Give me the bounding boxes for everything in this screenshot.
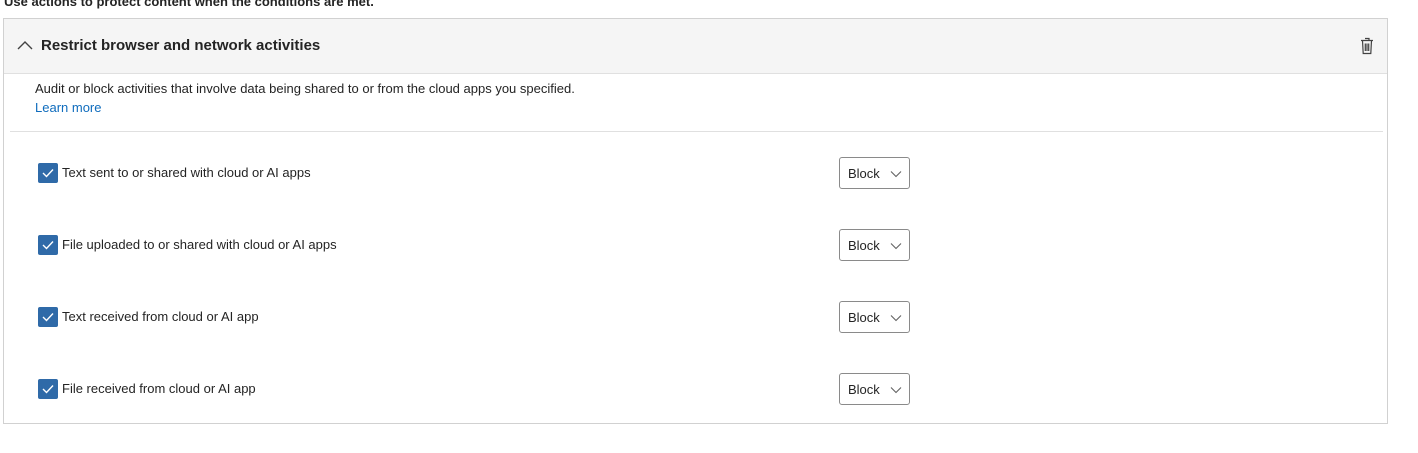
- activity-row: Text sent to or shared with cloud or AI …: [38, 157, 918, 189]
- section-caption: Use actions to protect content when the …: [4, 0, 374, 9]
- section-description: Audit or block activities that involve d…: [35, 81, 575, 96]
- dropdown-value: Block: [848, 166, 880, 181]
- activity-row: File received from cloud or AI app Block: [38, 373, 918, 405]
- learn-more-link[interactable]: Learn more: [35, 100, 101, 115]
- checkmark-icon: [42, 169, 54, 178]
- dropdown-value: Block: [848, 382, 880, 397]
- checkmark-icon: [42, 385, 54, 394]
- activity-row: Text received from cloud or AI app Block: [38, 301, 918, 333]
- action-dropdown[interactable]: Block: [839, 373, 910, 405]
- chevron-down-icon: [890, 171, 902, 178]
- activity-checkbox[interactable]: [38, 235, 58, 255]
- activity-label: Text sent to or shared with cloud or AI …: [62, 165, 311, 180]
- activity-row: File uploaded to or shared with cloud or…: [38, 229, 918, 261]
- divider: [10, 131, 1383, 132]
- trash-icon: [1361, 37, 1373, 55]
- activity-label: File uploaded to or shared with cloud or…: [62, 237, 337, 252]
- dropdown-value: Block: [848, 238, 880, 253]
- activity-checkbox[interactable]: [38, 307, 58, 327]
- action-dropdown[interactable]: Block: [839, 301, 910, 333]
- activity-checkbox[interactable]: [38, 163, 58, 183]
- checkmark-icon: [42, 241, 54, 250]
- dropdown-value: Block: [848, 310, 880, 325]
- activity-label: Text received from cloud or AI app: [62, 309, 259, 324]
- panel-header[interactable]: Restrict browser and network activities: [4, 19, 1387, 74]
- checkmark-icon: [42, 313, 54, 322]
- restrict-activities-panel: Restrict browser and network activities …: [3, 18, 1388, 424]
- chevron-up-icon[interactable]: [17, 39, 33, 51]
- chevron-down-icon: [890, 315, 902, 322]
- chevron-down-icon: [890, 243, 902, 250]
- chevron-down-icon: [890, 387, 902, 394]
- activity-label: File received from cloud or AI app: [62, 381, 256, 396]
- action-dropdown[interactable]: Block: [839, 229, 910, 261]
- panel-title: Restrict browser and network activities: [41, 37, 321, 54]
- action-dropdown[interactable]: Block: [839, 157, 910, 189]
- activity-checkbox[interactable]: [38, 379, 58, 399]
- delete-button[interactable]: [1357, 35, 1377, 57]
